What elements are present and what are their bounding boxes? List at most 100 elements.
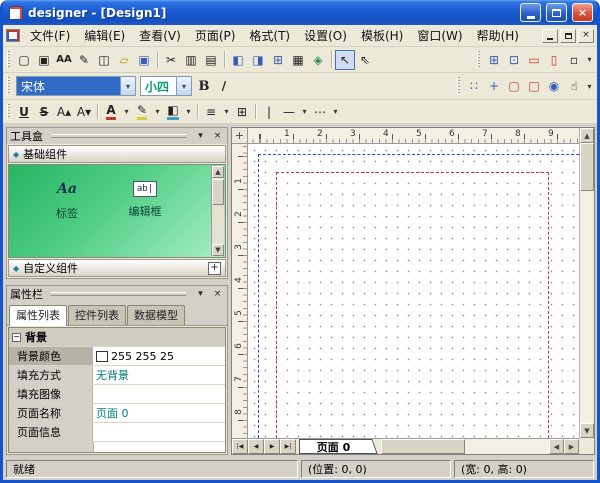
font-size-dropdown-button[interactable]: ▾ — [176, 77, 191, 95]
underline-button[interactable]: U — [14, 102, 34, 122]
last-page-button[interactable]: ▶| — [280, 439, 296, 454]
menu-view[interactable]: 查看(V) — [132, 25, 188, 46]
bold-button[interactable]: B — [194, 76, 214, 96]
toolbox-scrollbar[interactable]: ▲ ▼ — [211, 166, 224, 256]
menu-format[interactable]: 格式(T) — [242, 25, 297, 46]
color-swatch[interactable] — [96, 351, 108, 362]
snap-grid-button[interactable]: + — [484, 76, 504, 96]
guides-button[interactable]: ⊡ — [504, 50, 524, 70]
dot-grid-button[interactable]: ∷ — [464, 76, 484, 96]
toolbar-overflow-button[interactable]: ▾ — [584, 76, 595, 96]
panel-grip[interactable] — [51, 134, 186, 138]
line-style-dropdown[interactable]: ▾ — [221, 102, 232, 122]
new-form-button[interactable]: ▣ — [34, 50, 54, 70]
scroll-left-button[interactable]: ◀ — [549, 439, 564, 454]
tab-control-list[interactable]: 控件列表 — [68, 305, 126, 325]
print-preview-button[interactable]: ◫ — [94, 50, 114, 70]
property-value[interactable] — [93, 385, 225, 403]
dots-style-dropdown[interactable]: ▾ — [330, 102, 341, 122]
toolbox-section-basic[interactable]: ◆ 基础组件 — [8, 145, 226, 163]
dash-style-dropdown[interactable]: ▾ — [299, 102, 310, 122]
properties-menu-button[interactable]: ▾ — [194, 288, 207, 300]
menu-window[interactable]: 窗口(W) — [410, 25, 469, 46]
collapse-icon[interactable]: − — [12, 333, 21, 342]
pick-tool-button[interactable]: ⇖ — [355, 50, 375, 70]
property-row-page-name[interactable]: 页面名称 页面 0 — [9, 404, 225, 423]
window-restore-button[interactable] — [546, 3, 567, 22]
scroll-thumb[interactable] — [580, 143, 594, 191]
scroll-up-button[interactable]: ▲ — [580, 128, 594, 143]
tab-property-list[interactable]: 属性列表 — [9, 305, 67, 326]
menu-file[interactable]: 文件(F) — [23, 25, 77, 46]
property-value[interactable]: 255 255 25 — [93, 347, 225, 365]
toolbox-close-button[interactable]: × — [211, 130, 224, 142]
toolbar-grip[interactable] — [7, 51, 10, 68]
properties-close-button[interactable]: × — [211, 288, 224, 300]
dots-style-button[interactable]: ⋯ — [310, 102, 330, 122]
edit-button[interactable]: ✎ — [74, 50, 94, 70]
layout-left-button[interactable]: ◧ — [228, 50, 248, 70]
toolbar-grip[interactable] — [7, 77, 10, 95]
copy-button[interactable]: ▥ — [181, 50, 201, 70]
layout-grid-button[interactable]: ⊞ — [268, 50, 288, 70]
strikethrough-button[interactable]: S — [34, 102, 54, 122]
grow-font-button[interactable]: A▴ — [54, 102, 74, 122]
toolbar-grip[interactable] — [457, 77, 460, 95]
component-editbox-item[interactable]: ab| 编辑框 — [113, 179, 177, 219]
vertical-scrollbar[interactable]: ▲ ▼ — [579, 128, 594, 438]
margin-frame-button[interactable]: □ — [524, 76, 544, 96]
grid-toggle-button[interactable]: ⊞ — [484, 50, 504, 70]
fill-color-button[interactable]: ◧ — [163, 102, 183, 122]
window-minimize-button[interactable] — [520, 3, 541, 22]
components-button[interactable]: ◈ — [308, 50, 328, 70]
italic-button[interactable]: / — [214, 76, 234, 96]
component-label-item[interactable]: Aa 标签 — [35, 179, 99, 221]
first-page-button[interactable]: |◀ — [232, 439, 248, 454]
print-button[interactable]: ▦ — [288, 50, 308, 70]
panel-grip[interactable] — [51, 292, 186, 296]
scroll-up-button[interactable]: ▲ — [212, 166, 224, 178]
snap-button[interactable]: ▫ — [564, 50, 584, 70]
property-group-background[interactable]: − 背景 — [9, 328, 225, 347]
menu-template[interactable]: 模板(H) — [354, 25, 410, 46]
mdi-close-button[interactable]: × — [578, 29, 594, 43]
property-value[interactable]: 无背景 — [93, 366, 225, 384]
toolbox-menu-button[interactable]: ▾ — [194, 130, 207, 142]
property-value[interactable]: 页面 0 — [93, 404, 225, 422]
toolbar-overflow-button[interactable]: ▾ — [584, 50, 595, 70]
vertical-line-button[interactable]: | — [259, 102, 279, 122]
scroll-thumb[interactable] — [381, 439, 465, 454]
horizontal-scroll-track[interactable] — [381, 439, 549, 454]
prev-page-button[interactable]: ◀ — [248, 439, 264, 454]
pan-button[interactable]: ☝ — [564, 76, 584, 96]
save-button[interactable]: ▣ — [134, 50, 154, 70]
properties-header[interactable]: 属性栏 ▾ × — [7, 286, 227, 302]
page-tab[interactable]: 页面 0 — [299, 439, 367, 454]
toolbox-header[interactable]: 工具盒 ▾ × — [7, 128, 227, 144]
open-button[interactable]: ▱ — [114, 50, 134, 70]
next-page-button[interactable]: ▶ — [264, 439, 280, 454]
highlight-dropdown[interactable]: ▾ — [152, 102, 163, 122]
property-row-page-info[interactable]: 页面信息 — [9, 423, 225, 442]
design-canvas[interactable] — [248, 144, 579, 438]
window-close-button[interactable]: × — [572, 3, 593, 22]
font-name-dropdown-button[interactable]: ▾ — [120, 77, 135, 95]
mdi-minimize-button[interactable] — [542, 29, 558, 43]
mdi-restore-button[interactable] — [560, 29, 576, 43]
select-tool-button[interactable]: ↖ — [335, 50, 355, 70]
document-icon[interactable] — [6, 29, 20, 42]
property-row-background-color[interactable]: 背景颜色 255 255 25 — [9, 347, 225, 366]
toolbar-grip[interactable] — [7, 104, 10, 119]
menu-settings[interactable]: 设置(O) — [297, 25, 354, 46]
scroll-right-button[interactable]: ▶ — [564, 439, 579, 454]
scroll-track[interactable] — [580, 143, 594, 423]
paste-button[interactable]: ▤ — [201, 50, 221, 70]
toolbar-grip[interactable] — [477, 51, 480, 68]
font-color-dropdown[interactable]: ▾ — [121, 102, 132, 122]
highlight-button[interactable]: ✎ — [132, 102, 152, 122]
line-style-button[interactable]: ≡ — [201, 102, 221, 122]
toolbox-section-custom[interactable]: ◆ 自定义组件 + — [8, 259, 226, 277]
layout-right-button[interactable]: ◨ — [248, 50, 268, 70]
property-row-fill-mode[interactable]: 填充方式 无背景 — [9, 366, 225, 385]
menu-page[interactable]: 页面(P) — [188, 25, 243, 46]
